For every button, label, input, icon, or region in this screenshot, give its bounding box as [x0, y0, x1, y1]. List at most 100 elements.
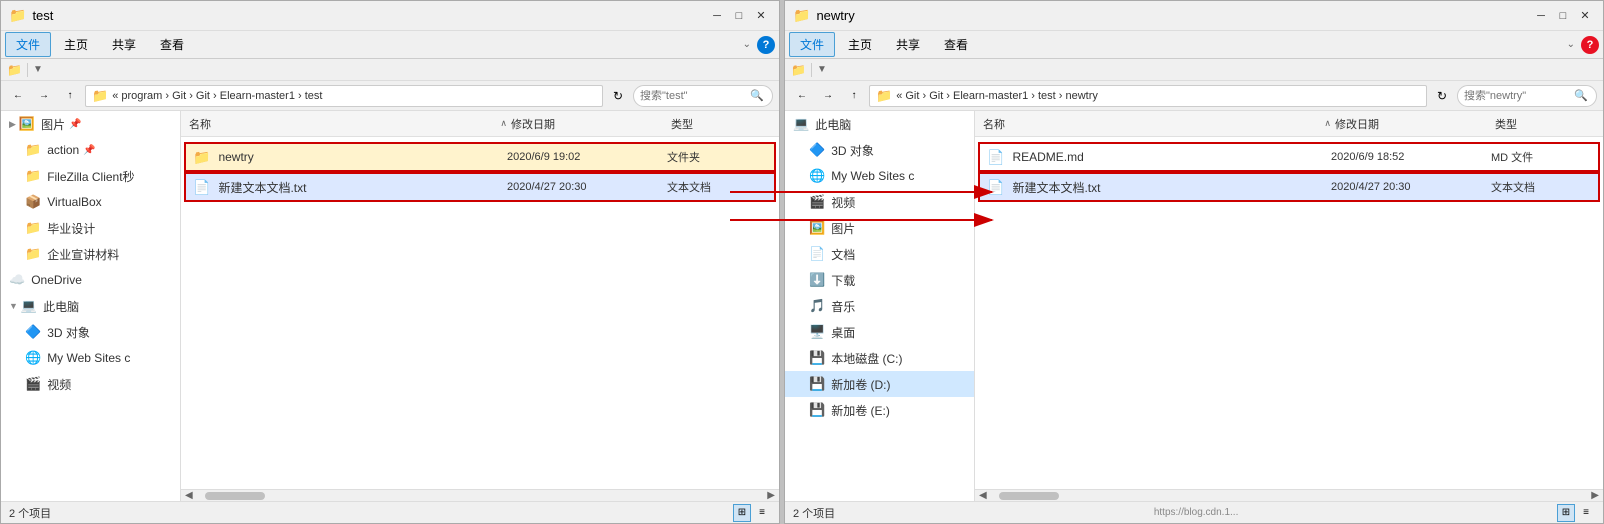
right-minimize-button[interactable]: ─: [1531, 6, 1551, 26]
right-hscroll-left-arrow[interactable]: ◀: [977, 490, 989, 501]
right-hscroll-right-arrow[interactable]: ▶: [1589, 490, 1601, 501]
left-sidebar-item-video[interactable]: 🎬 视频: [1, 371, 180, 397]
right-file-row-readme[interactable]: 📄 README.md 2020/6/9 18:52 MD 文件: [979, 143, 1599, 171]
right-sidebar-item-thispc[interactable]: 💻 此电脑: [785, 111, 974, 137]
right-sidebar-item-drivec[interactable]: 💾 本地磁盘 (C:): [785, 345, 974, 371]
left-sidebar-item-3dobjects[interactable]: 🔷 3D 对象: [1, 319, 180, 345]
right-hscroll[interactable]: ◀ ▶: [975, 489, 1603, 501]
right-maximize-button[interactable]: □: [1553, 6, 1573, 26]
right-main-area: 💻 此电脑 🔷 3D 对象 🌐 My Web Sites c 🎬 视频 🖼️: [785, 111, 1603, 501]
right-search-box[interactable]: 🔍: [1457, 85, 1597, 107]
left-address-path[interactable]: 📁 « program › Git › Git › Elearn-master1…: [85, 85, 603, 107]
left-sidebar-mywebsites-icon: 🌐: [25, 350, 41, 366]
right-sidebar-downloads-label: 下载: [831, 272, 855, 289]
left-quick-dropdown-icon[interactable]: ▼: [33, 64, 43, 75]
left-sidebar-pictures-label: 图片: [41, 116, 65, 133]
right-close-button[interactable]: ✕: [1575, 6, 1595, 26]
left-tab-home[interactable]: 主页: [53, 32, 99, 57]
right-title-text: newtry: [816, 8, 1531, 23]
right-col-modified-header[interactable]: 修改日期: [1335, 116, 1495, 132]
right-sidebar-item-drived[interactable]: 💾 新加卷 (D:): [785, 371, 974, 397]
right-nav-forward-button[interactable]: →: [817, 85, 839, 107]
right-list-view-button[interactable]: ≡: [1577, 504, 1595, 522]
left-nav-back-button[interactable]: ←: [7, 85, 29, 107]
left-search-input[interactable]: [640, 90, 740, 102]
left-minimize-button[interactable]: ─: [707, 6, 727, 26]
left-refresh-button[interactable]: ↻: [607, 85, 629, 107]
left-file-txt-name: 新建文本文档.txt: [218, 179, 507, 196]
right-url-hint: https://blog.cdn.1...: [1154, 507, 1239, 518]
left-sidebar-item-thispc[interactable]: ▼ 💻 此电脑: [1, 293, 180, 319]
left-close-button[interactable]: ✕: [751, 6, 771, 26]
left-tab-view[interactable]: 查看: [149, 32, 195, 57]
left-hscroll-right-arrow[interactable]: ▶: [765, 490, 777, 501]
right-quick-toolbar: 📁 ▼: [785, 59, 1603, 81]
right-sidebar-drivee-icon: 💾: [809, 402, 825, 418]
left-sidebar-filezilla-label: FileZilla Client秒: [47, 168, 134, 185]
right-sidebar-item-desktop[interactable]: 🖥️ 桌面: [785, 319, 974, 345]
left-grid-view-button[interactable]: ⊞: [733, 504, 751, 522]
left-sidebar-item-action[interactable]: 📁 action 📌: [1, 137, 180, 163]
right-sidebar-item-music[interactable]: 🎵 音乐: [785, 293, 974, 319]
right-col-name-header[interactable]: 名称: [983, 116, 1324, 132]
right-search-input[interactable]: [1464, 90, 1564, 102]
right-sidebar-item-documents[interactable]: 📄 文档: [785, 241, 974, 267]
left-col-name-header[interactable]: 名称: [189, 116, 500, 132]
right-quick-dropdown-icon[interactable]: ▼: [817, 64, 827, 75]
left-tab-file[interactable]: 文件: [5, 32, 51, 57]
left-col-type-header[interactable]: 类型: [671, 116, 771, 132]
right-sidebar-item-pictures[interactable]: 🖼️ 图片: [785, 215, 974, 241]
right-address-path[interactable]: 📁 « Git › Git › Elearn-master1 › test › …: [869, 85, 1427, 107]
left-sidebar-3dobjects-icon: 🔷: [25, 324, 41, 340]
right-file-readme-icon: 📄: [987, 149, 1004, 166]
right-search-icon[interactable]: 🔍: [1574, 89, 1588, 102]
right-sidebar-3dobjects-label: 3D 对象: [831, 142, 874, 159]
left-help-button[interactable]: ?: [757, 36, 775, 54]
right-sidebar-item-3dobjects[interactable]: 🔷 3D 对象: [785, 137, 974, 163]
right-tab-home[interactable]: 主页: [837, 32, 883, 57]
left-nav-up-button[interactable]: ↑: [59, 85, 81, 107]
left-file-row-newtry[interactable]: 📁 newtry 2020/6/9 19:02 文件夹: [185, 143, 775, 171]
right-hscroll-thumb[interactable]: [999, 492, 1059, 500]
left-sidebar-item-graduate[interactable]: 📁 毕业设计: [1, 215, 180, 241]
left-sidebar-item-mywebsites[interactable]: 🌐 My Web Sites c: [1, 345, 180, 371]
right-nav-back-button[interactable]: ←: [791, 85, 813, 107]
right-nav-up-button[interactable]: ↑: [843, 85, 865, 107]
right-help-button[interactable]: ?: [1581, 36, 1599, 54]
left-sidebar-item-filezilla[interactable]: 📁 FileZilla Client秒: [1, 163, 180, 189]
left-sidebar: ▶ 🖼️ 图片 📌 📁 action 📌 📁 FileZilla Client秒…: [1, 111, 181, 501]
left-sidebar-item-onedrive[interactable]: ☁️ OneDrive: [1, 267, 180, 293]
right-ribbon: 文件 主页 共享 查看 ⌄ ?: [785, 31, 1603, 59]
left-tab-share[interactable]: 共享: [101, 32, 147, 57]
left-file-row-txt[interactable]: 📄 新建文本文档.txt 2020/4/27 20:30 文本文档: [185, 173, 775, 201]
right-file-txt-icon: 📄: [987, 179, 1004, 196]
left-hscroll[interactable]: ◀ ▶: [181, 489, 779, 501]
right-sidebar-item-video[interactable]: 🎬 视频: [785, 189, 974, 215]
left-nav-forward-button[interactable]: →: [33, 85, 55, 107]
right-col-type-header[interactable]: 类型: [1495, 116, 1595, 132]
left-hscroll-left-arrow[interactable]: ◀: [183, 490, 195, 501]
left-sidebar-item-virtualbox[interactable]: 📦 VirtualBox: [1, 189, 180, 215]
left-search-icon[interactable]: 🔍: [750, 89, 764, 102]
right-sidebar-item-downloads[interactable]: ⬇️ 下载: [785, 267, 974, 293]
left-list-view-button[interactable]: ≡: [753, 504, 771, 522]
left-maximize-button[interactable]: □: [729, 6, 749, 26]
left-search-box[interactable]: 🔍: [633, 85, 773, 107]
right-file-txt-type: 文本文档: [1491, 179, 1591, 195]
right-sidebar-item-mywebsites[interactable]: 🌐 My Web Sites c: [785, 163, 974, 189]
right-file-row-txt[interactable]: 📄 新建文本文档.txt 2020/4/27 20:30 文本文档: [979, 173, 1599, 201]
right-tab-view[interactable]: 查看: [933, 32, 979, 57]
right-tab-share[interactable]: 共享: [885, 32, 931, 57]
left-sidebar-graduate-icon: 📁: [25, 220, 41, 236]
left-sidebar-item-pictures[interactable]: ▶ 🖼️ 图片 📌: [1, 111, 180, 137]
right-grid-view-button[interactable]: ⊞: [1557, 504, 1575, 522]
right-file-readme-date: 2020/6/9 18:52: [1331, 151, 1491, 163]
left-hscroll-thumb[interactable]: [205, 492, 265, 500]
right-tab-file[interactable]: 文件: [789, 32, 835, 57]
left-file-newtry-icon: 📁: [193, 149, 210, 166]
right-sidebar-item-drivee[interactable]: 💾 新加卷 (E:): [785, 397, 974, 423]
left-path-folder-icon: 📁: [92, 88, 108, 104]
right-refresh-button[interactable]: ↻: [1431, 85, 1453, 107]
left-col-modified-header[interactable]: 修改日期: [511, 116, 671, 132]
left-sidebar-item-enterprise[interactable]: 📁 企业宣讲材料: [1, 241, 180, 267]
